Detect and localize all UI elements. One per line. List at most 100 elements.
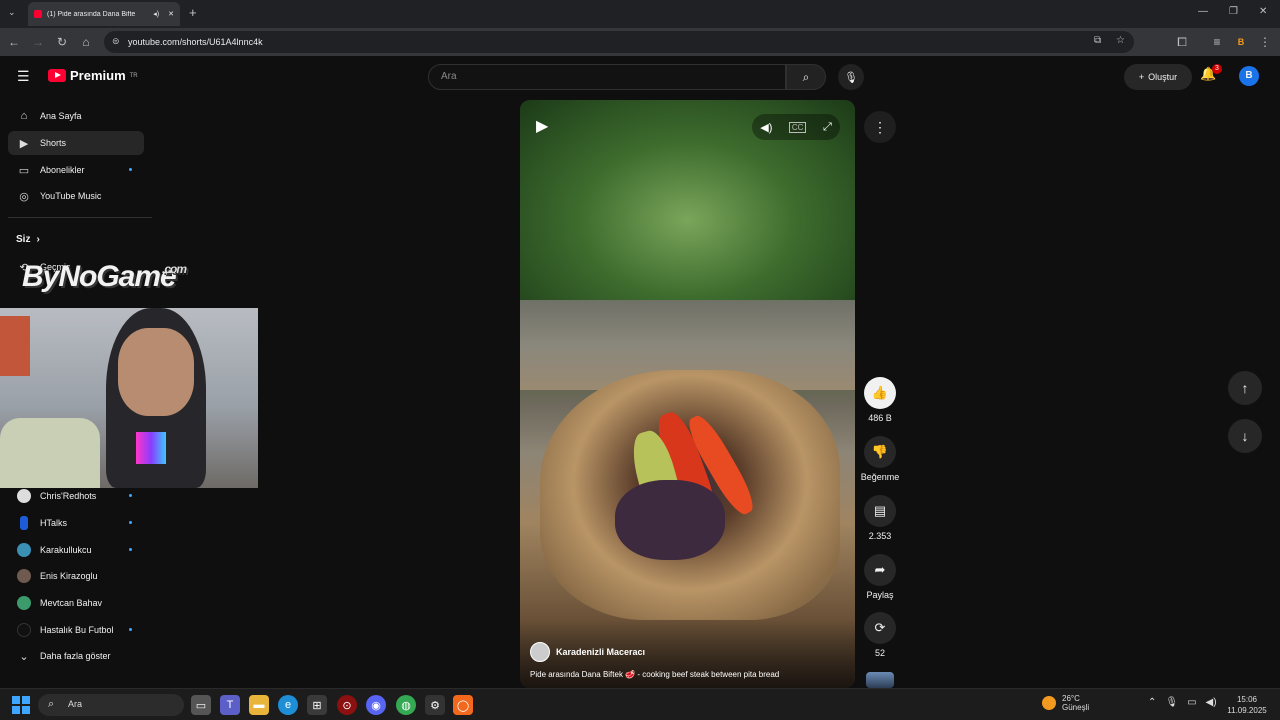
forward-icon[interactable]: → xyxy=(28,32,48,52)
windows-taskbar: ⌕ Ara ▭ T ▬ e ⊞ ⊙ ◉ ◍ ⚙ ◯ 26°C Güneşli ⌃… xyxy=(0,688,1280,720)
new-content-dot xyxy=(129,548,132,551)
sidebar-channel[interactable]: Mevtcan Bahav xyxy=(8,591,144,615)
next-short-button[interactable]: ↓ xyxy=(1228,419,1262,453)
channel-avatar xyxy=(17,543,31,557)
sidebar-you-header[interactable]: Siz › xyxy=(16,234,40,245)
system-clock[interactable]: 15:06 11.09.2025 xyxy=(1222,694,1272,716)
create-button[interactable]: + Oluştur xyxy=(1124,64,1192,90)
sidebar-channel[interactable]: Enis Kirazoglu xyxy=(8,564,144,588)
sidebar-channel[interactable]: HTalks xyxy=(8,511,144,535)
guide-menu-icon[interactable]: ☰ xyxy=(17,68,30,85)
chrome-icon[interactable]: ◍ xyxy=(396,695,416,715)
store-icon[interactable]: ⊞ xyxy=(307,695,327,715)
tab-title: (1) Pide arasında Dana Bifte xyxy=(47,10,136,18)
teams-icon[interactable]: T xyxy=(220,695,240,715)
browser-tab[interactable]: (1) Pide arasında Dana Bifte ◂) ✕ xyxy=(28,2,180,26)
eggplant xyxy=(615,480,725,560)
extensions-icon[interactable]: ⧠ xyxy=(1172,32,1192,52)
microphone-tray-icon[interactable]: 🎙 xyxy=(1165,697,1178,708)
tab-close-icon[interactable]: ✕ xyxy=(168,10,174,18)
shorts-video-player[interactable]: ▶ ◀) CC ⤢ Karadenizli Maceracı Pide aras… xyxy=(520,100,855,688)
tab-list-icon[interactable]: ⌄ xyxy=(8,7,16,18)
close-window-icon[interactable]: ✕ xyxy=(1259,6,1267,17)
site-info-icon[interactable]: ⊜ xyxy=(112,36,120,47)
home-browser-icon[interactable]: ⌂ xyxy=(76,32,96,52)
sidebar-show-more[interactable]: ⌄ Daha fazla göster xyxy=(8,644,144,668)
previous-short-button[interactable]: ↑ xyxy=(1228,371,1262,405)
sidebar-item-label: Mevtcan Bahav xyxy=(40,598,103,608)
thumbs-up-icon: 👍 xyxy=(871,385,889,400)
weather-temp: 26°C xyxy=(1062,694,1080,703)
plus-icon: + xyxy=(1138,72,1145,82)
sidebar-item-label: Karakullukcu xyxy=(40,545,92,555)
settings-icon[interactable]: ⚙ xyxy=(425,695,445,715)
webcam-overlay xyxy=(0,308,258,488)
streamer-watermark: ByNoGame .com xyxy=(22,260,187,294)
fullscreen-icon[interactable]: ⤢ xyxy=(823,121,832,134)
chevron-up-icon[interactable]: ⌃ xyxy=(1148,697,1156,708)
notification-badge: 3 xyxy=(1212,64,1222,74)
like-button[interactable]: 👍 xyxy=(864,377,896,409)
minimize-icon[interactable]: — xyxy=(1198,6,1208,17)
video-title[interactable]: Pide arasında Dana Biftek 🥩 - cooking be… xyxy=(530,670,845,679)
volume-icon[interactable]: ◀) xyxy=(760,121,772,134)
remix-action: ⟳ 52 xyxy=(860,612,900,658)
windows-start-icon[interactable] xyxy=(12,696,30,714)
bookmark-star-icon[interactable]: ☆ xyxy=(1116,35,1125,46)
chevron-down-icon: ⌄ xyxy=(19,650,29,663)
remix-icon: ⟳ xyxy=(874,620,886,635)
home-icon: ⌂ xyxy=(20,110,28,122)
weather-widget[interactable]: 26°C Güneşli xyxy=(1042,694,1089,712)
obs-icon[interactable]: ◯ xyxy=(453,695,473,715)
play-icon[interactable]: ▶ xyxy=(536,116,548,136)
more-options-button[interactable]: ⋮ xyxy=(864,111,896,143)
network-icon[interactable]: ▭ xyxy=(1187,697,1196,708)
sidebar-item-music[interactable]: ◎ YouTube Music xyxy=(8,184,144,208)
new-tab-icon[interactable]: + xyxy=(189,5,197,20)
browser-menu-icon[interactable]: ⋮ xyxy=(1255,32,1275,52)
volume-tray-icon[interactable]: ◀) xyxy=(1206,697,1217,708)
video-channel-info[interactable]: Karadenizli Maceracı xyxy=(530,642,645,662)
sidebar-item-home[interactable]: ⌂ Ana Sayfa xyxy=(8,104,144,128)
taskbar-search-label: Ara xyxy=(68,699,83,709)
you-label: Siz xyxy=(16,234,31,245)
voice-search-button[interactable]: 🎙 xyxy=(838,64,864,90)
sidebar-channel[interactable]: Hastalık Bu Futbol xyxy=(8,618,144,642)
sidebar-item-label: Hastalık Bu Futbol xyxy=(40,625,114,635)
edge-icon[interactable]: e xyxy=(278,695,298,715)
sidebar-channel[interactable]: Karakullukcu xyxy=(8,538,144,562)
captions-icon[interactable]: CC xyxy=(788,121,807,133)
arrow-up-icon: ↑ xyxy=(1241,380,1249,396)
share-button[interactable]: ➦ xyxy=(864,554,896,586)
back-icon[interactable]: ← xyxy=(4,32,24,52)
sidebar-channel[interactable]: Chris'Redhots xyxy=(8,484,144,508)
taskbar-search[interactable]: ⌕ Ara xyxy=(38,694,184,716)
dislike-button[interactable]: 👎 xyxy=(864,436,896,468)
tab-audio-icon[interactable]: ◂) xyxy=(153,10,159,18)
media-control-icon[interactable]: ≡ xyxy=(1207,32,1227,52)
sound-thumbnail[interactable] xyxy=(866,672,894,688)
reload-icon[interactable]: ↻ xyxy=(52,32,72,52)
background-shirt xyxy=(0,316,30,376)
sidebar-item-label: Abonelikler xyxy=(40,165,85,175)
profile-icon[interactable]: B xyxy=(1231,32,1251,52)
comments-action: ▤ 2.353 xyxy=(860,495,900,541)
search-input[interactable]: Ara xyxy=(428,64,786,90)
maximize-icon[interactable]: ❐ xyxy=(1229,6,1238,17)
file-explorer-icon[interactable]: ▬ xyxy=(249,695,269,715)
account-avatar[interactable]: B xyxy=(1239,66,1259,86)
music-icon: ◎ xyxy=(19,190,29,203)
youtube-premium-logo[interactable]: Premium TR xyxy=(48,68,138,83)
search-button[interactable]: ⌕ xyxy=(786,64,826,90)
search-icon: ⌕ xyxy=(802,69,810,84)
sidebar-item-shorts[interactable]: ▶ Shorts xyxy=(8,131,144,155)
address-bar[interactable]: ⊜ youtube.com/shorts/U61A4lnnc4k ☆ ⧉ xyxy=(104,31,1134,53)
discord-icon[interactable]: ◉ xyxy=(366,695,386,715)
sidebar-item-subscriptions[interactable]: ▭ Abonelikler xyxy=(8,158,144,182)
task-view-icon[interactable]: ▭ xyxy=(191,695,211,715)
app-icon[interactable]: ⊙ xyxy=(337,695,357,715)
channel-avatar xyxy=(530,642,550,662)
install-app-icon[interactable]: ⧉ xyxy=(1094,35,1101,46)
remix-button[interactable]: ⟳ xyxy=(864,612,896,644)
comments-button[interactable]: ▤ xyxy=(864,495,896,527)
